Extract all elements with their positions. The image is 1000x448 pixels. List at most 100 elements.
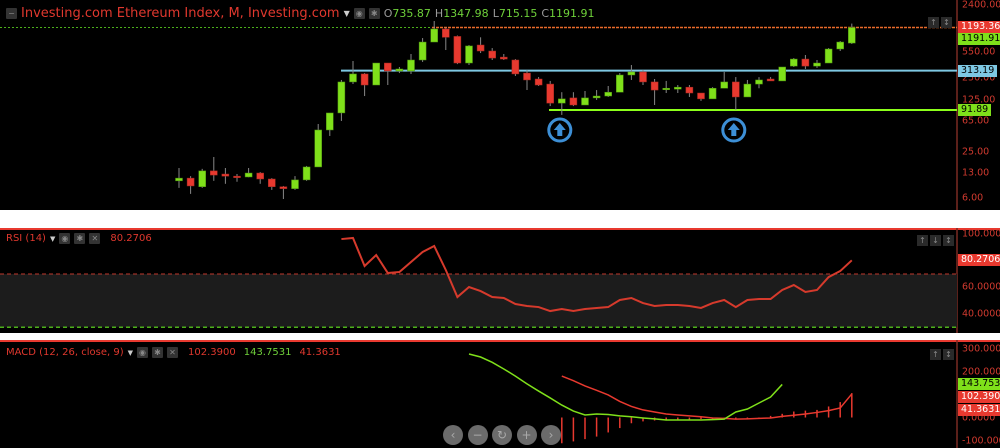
- dropdown-icon[interactable]: ▼: [50, 235, 55, 243]
- pane-updown-icon[interactable]: ↕: [943, 349, 954, 360]
- pane-updown-icon[interactable]: ↕: [943, 235, 954, 246]
- macd-tag: 41.3631: [958, 404, 1000, 417]
- candle: [418, 41, 427, 61]
- dropdown-icon[interactable]: ▼: [128, 349, 133, 357]
- candle: [337, 81, 346, 114]
- rsi-title[interactable]: RSI (14): [6, 233, 46, 244]
- candle: [546, 83, 554, 104]
- zoom-out-button[interactable]: −: [467, 425, 488, 445]
- price-tick-label: 65.00: [962, 115, 990, 127]
- high-value: 1347.98: [443, 7, 489, 20]
- scroll-right-button[interactable]: ›: [541, 425, 561, 445]
- candle: [407, 59, 415, 72]
- candle: [674, 86, 682, 90]
- candle: [210, 170, 218, 176]
- open-value: 735.87: [392, 7, 431, 20]
- reset-button[interactable]: ↻: [492, 425, 512, 445]
- candle: [430, 28, 438, 43]
- symbol-title[interactable]: Investing.com Ethereum Index, M, Investi…: [21, 6, 340, 21]
- candle: [488, 50, 496, 59]
- macd-tick-label: 300.0000: [962, 343, 1000, 354]
- candle: [848, 27, 856, 44]
- macd-value-3: 41.3631: [299, 347, 341, 358]
- macd-value-2: 143.7531: [243, 347, 292, 358]
- rsi-band: [0, 273, 957, 328]
- candle: [256, 172, 264, 180]
- dropdown-icon[interactable]: ▼: [344, 9, 350, 18]
- rsi-tick-label: 40.0000: [962, 308, 1000, 320]
- candle: [233, 175, 241, 178]
- collapse-icon[interactable]: −: [6, 8, 17, 19]
- eye-icon[interactable]: ◉: [353, 8, 365, 19]
- candle: [558, 98, 566, 104]
- candle: [476, 44, 485, 52]
- candle: [395, 68, 404, 72]
- macd-tag: 143.7531: [958, 378, 1000, 391]
- candle: [360, 73, 369, 86]
- gear-icon[interactable]: ✱: [368, 8, 380, 19]
- macd-tick-label: -100.0000: [962, 435, 1000, 446]
- zoom-in-button[interactable]: +: [516, 425, 537, 445]
- candle: [291, 179, 299, 189]
- macd-tag: 102.3900: [958, 391, 1000, 404]
- pane-up-icon[interactable]: ↑: [928, 17, 939, 28]
- candle: [349, 73, 357, 83]
- price-tag: 91.89: [958, 104, 992, 117]
- candle: [384, 62, 392, 72]
- price-tick-label: 25.00: [962, 146, 990, 158]
- candle: [732, 81, 740, 98]
- close-icon[interactable]: ✕: [167, 347, 178, 358]
- candle: [175, 177, 183, 182]
- price-tag: 1191.91: [958, 33, 1000, 46]
- candle: [221, 173, 230, 177]
- candle: [755, 79, 763, 85]
- rsi-tag: 80.2706: [958, 254, 1000, 267]
- candle: [314, 129, 322, 168]
- scroll-left-button[interactable]: ‹: [443, 425, 463, 445]
- candle: [581, 97, 589, 106]
- pane-down-icon[interactable]: ↓: [930, 235, 941, 246]
- rsi-tick-label: 60.0000: [962, 281, 1000, 293]
- candle: [813, 62, 821, 67]
- eye-icon[interactable]: ◉: [137, 347, 148, 358]
- candle: [372, 62, 380, 86]
- main-legend: − Investing.com Ethereum Index, M, Inves…: [6, 6, 595, 21]
- chart-canvas[interactable]: [0, 0, 1000, 448]
- close-value: 1191.91: [549, 7, 595, 20]
- candle: [592, 95, 601, 99]
- candle: [604, 91, 612, 97]
- macd-tick-label: 200.0000: [962, 366, 1000, 377]
- candle: [743, 83, 752, 98]
- candle: [534, 78, 543, 86]
- candle: [836, 41, 844, 50]
- candle: [697, 92, 705, 100]
- candle: [790, 58, 798, 67]
- candle: [326, 112, 334, 131]
- candle: [302, 166, 311, 181]
- pane-up-icon[interactable]: ↑: [917, 235, 928, 246]
- candle: [465, 45, 473, 64]
- candle: [442, 28, 450, 38]
- candle: [801, 58, 810, 67]
- close-icon[interactable]: ✕: [89, 233, 101, 244]
- gear-icon[interactable]: ✱: [152, 347, 163, 358]
- candle: [511, 59, 520, 75]
- macd-legend: MACD (12, 26, close, 9) ▼ ◉ ✱ ✕ 102.3900 1…: [6, 347, 341, 358]
- candle: [198, 170, 206, 187]
- macd-value-1: 102.3900: [188, 347, 236, 358]
- macd-title[interactable]: MACD (12, 26, close, 9): [6, 347, 124, 358]
- candle: [453, 36, 462, 64]
- candle: [650, 81, 659, 91]
- pane-updown-icon[interactable]: ↕: [941, 17, 952, 28]
- price-tag: 313.19: [958, 64, 998, 77]
- candle: [766, 78, 775, 82]
- candle: [500, 56, 508, 60]
- price-tick-label: 6.00: [962, 192, 984, 204]
- eye-icon[interactable]: ◉: [59, 233, 71, 244]
- candle: [685, 86, 694, 94]
- candle: [639, 71, 647, 83]
- gear-icon[interactable]: ✱: [74, 233, 86, 244]
- candle: [720, 81, 728, 89]
- price-tag: 1193.36: [958, 21, 1000, 34]
- pane-up-icon[interactable]: ↑: [930, 349, 941, 360]
